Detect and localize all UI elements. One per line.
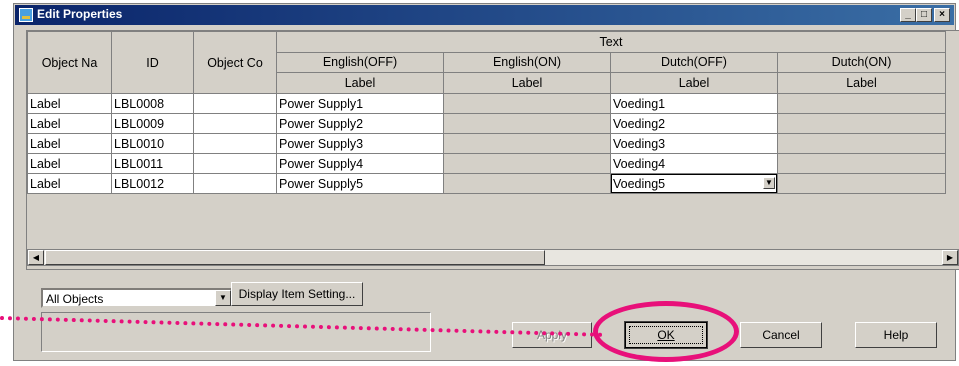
cell-english-off[interactable]: Power Supply3 — [276, 133, 444, 154]
cell-object-comment[interactable] — [193, 93, 277, 114]
maximize-button[interactable]: □ — [916, 8, 932, 22]
cell-dutch-on[interactable] — [777, 93, 946, 114]
cell-object-name[interactable]: Label — [27, 133, 112, 154]
cell-object-comment[interactable] — [193, 133, 277, 154]
subheader-label: Label — [443, 72, 611, 94]
scroll-left-icon[interactable]: ◀ — [28, 250, 44, 265]
scrollbar-thumb[interactable] — [45, 250, 545, 265]
app-icon — [19, 8, 33, 22]
window-title: Edit Properties — [37, 7, 123, 21]
cell-id[interactable]: LBL0009 — [111, 113, 194, 134]
column-header-object-comment[interactable]: Object Co — [193, 31, 277, 94]
cell-dutch-on[interactable] — [777, 133, 946, 154]
properties-grid: Object Na ID Object Co Text English(OFF)… — [26, 30, 959, 270]
close-button[interactable]: × — [934, 8, 950, 22]
cell-dutch-off[interactable]: Voeding1 — [610, 93, 778, 114]
table-row: Label LBL0012 Power Supply5 Voeding5 ▼ — [27, 173, 946, 194]
cell-english-off[interactable]: Power Supply1 — [276, 93, 444, 114]
cell-selection-box — [611, 174, 777, 193]
cell-dutch-off[interactable]: Voeding4 — [610, 153, 778, 174]
object-filter-select[interactable]: All Objects ▼ — [41, 288, 233, 308]
minimize-button[interactable]: _ — [900, 8, 916, 22]
chevron-down-icon[interactable]: ▼ — [215, 290, 231, 306]
cell-id[interactable]: LBL0010 — [111, 133, 194, 154]
cell-object-comment[interactable] — [193, 113, 277, 134]
cell-dutch-on[interactable] — [777, 153, 946, 174]
cell-object-comment[interactable] — [193, 173, 277, 194]
cell-object-name[interactable]: Label — [27, 93, 112, 114]
cancel-button[interactable]: Cancel — [740, 322, 822, 348]
edit-properties-window: Edit Properties _ □ × Object Na ID Objec… — [13, 3, 959, 361]
cell-dropdown-icon[interactable]: ▼ — [763, 177, 775, 189]
cell-english-on[interactable] — [443, 93, 611, 114]
column-header-english-off[interactable]: English(OFF) — [276, 51, 444, 74]
cell-id[interactable]: LBL0011 — [111, 153, 194, 174]
cell-object-name[interactable]: Label — [27, 153, 112, 174]
horizontal-scrollbar[interactable]: ◀ ▶ — [27, 249, 959, 266]
cell-english-on[interactable] — [443, 153, 611, 174]
cell-object-name[interactable]: Label — [27, 113, 112, 134]
title-bar[interactable]: Edit Properties _ □ × — [15, 5, 954, 25]
column-header-english-on[interactable]: English(ON) — [443, 51, 611, 74]
subheader-label: Label — [610, 72, 778, 94]
subheader-label: Label — [276, 72, 444, 94]
cell-id[interactable]: LBL0008 — [111, 93, 194, 114]
cell-object-comment[interactable] — [193, 153, 277, 174]
table-row: Label LBL0008 Power Supply1 Voeding1 — [27, 93, 946, 114]
properties-table: Object Na ID Object Co Text English(OFF)… — [27, 31, 946, 194]
cell-dutch-on[interactable] — [777, 173, 946, 194]
cell-dutch-off[interactable]: Voeding2 — [610, 113, 778, 134]
cell-dutch-on[interactable] — [777, 113, 946, 134]
table-row: Label LBL0010 Power Supply3 Voeding3 — [27, 133, 946, 154]
help-button[interactable]: Help — [855, 322, 937, 348]
table-row: Label LBL0011 Power Supply4 Voeding4 — [27, 153, 946, 174]
column-header-text-group: Text — [276, 31, 946, 53]
callout-highlight-ring — [593, 301, 739, 362]
cell-english-off[interactable]: Power Supply2 — [276, 113, 444, 134]
cell-english-on[interactable] — [443, 173, 611, 194]
cell-english-off[interactable]: Power Supply5 — [276, 173, 444, 194]
object-filter-value: All Objects — [46, 292, 104, 306]
cell-dutch-off-editing[interactable]: Voeding5 ▼ — [610, 173, 778, 194]
cell-id[interactable]: LBL0012 — [111, 173, 194, 194]
cell-english-off[interactable]: Power Supply4 — [276, 153, 444, 174]
scroll-right-icon[interactable]: ▶ — [942, 250, 958, 265]
cell-english-on[interactable] — [443, 113, 611, 134]
column-header-object-name[interactable]: Object Na — [27, 31, 112, 94]
column-header-id[interactable]: ID — [111, 31, 194, 94]
cell-english-on[interactable] — [443, 133, 611, 154]
cell-dutch-off[interactable]: Voeding3 — [610, 133, 778, 154]
cell-object-name[interactable]: Label — [27, 173, 112, 194]
column-header-dutch-on[interactable]: Dutch(ON) — [777, 51, 946, 74]
column-header-dutch-off[interactable]: Dutch(OFF) — [610, 51, 778, 74]
display-item-setting-button[interactable]: Display Item Setting... — [231, 282, 363, 306]
subheader-label: Label — [777, 72, 946, 94]
table-row: Label LBL0009 Power Supply2 Voeding2 — [27, 113, 946, 134]
